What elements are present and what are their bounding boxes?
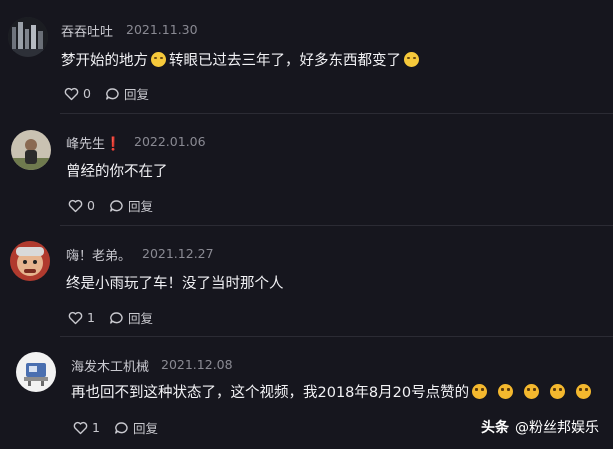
reply-button[interactable]: 回复 [109,308,153,327]
laughing-emoji-icon [576,384,592,399]
comment-text-part: 曾经的你不在了 [66,164,168,180]
comment-date: 2022.01.06 [134,134,206,149]
comment-text: 再也回不到这种状态了，这个视频，我2018年8月20号点赞的 [71,381,594,402]
like-button[interactable]: 0 [64,86,91,101]
username[interactable]: 海发木工机械 [71,356,149,375]
comment-date: 2021.11.30 [126,22,198,37]
reply-button[interactable]: 回复 [114,418,158,437]
heart-icon [64,87,79,100]
avatar[interactable] [16,352,56,392]
heart-icon [68,311,83,324]
username[interactable]: 峰先生❗ [66,133,121,152]
watermark: 头条 @粉丝邦娱乐 [481,417,599,437]
comment-actions: 1 回复 [73,418,158,437]
reply-bubble-icon [110,311,123,324]
like-count: 1 [92,420,100,435]
reply-bubble-icon [106,87,119,100]
heart-icon [68,199,83,212]
like-count: 0 [87,198,95,213]
username[interactable]: 吞吞吐吐 [61,21,113,40]
like-count: 1 [87,310,95,325]
emoji-icon [404,52,419,67]
reply-label: 回复 [127,199,153,214]
comment-actions: 1 回复 [68,308,153,327]
comment-text: 终是小雨玩了车！没了当时那个人 [66,272,284,293]
comment-date: 2021.12.08 [161,357,233,372]
laughing-emoji-icon [498,384,514,399]
avatar[interactable] [11,130,51,170]
reply-bubble-icon [115,421,128,434]
comment-text: 曾经的你不在了 [66,160,168,181]
reply-button[interactable]: 回复 [109,196,153,215]
username[interactable]: 嗨！老弟。 [66,245,131,264]
like-button[interactable]: 0 [68,198,95,213]
divider [60,225,613,226]
reply-label: 回复 [132,421,158,436]
like-button[interactable]: 1 [73,420,100,435]
comment-text-part: 再也回不到这种状态了，这个视频，我2018年8月20号点赞的 [71,385,470,401]
avatar[interactable] [10,241,50,281]
avatar[interactable] [8,17,48,57]
comment-text-part: 终是小雨玩了车！没了当时那个人 [66,276,284,292]
watermark-brand: 头条 [481,420,509,436]
comment-actions: 0 回复 [64,84,149,103]
emoji-icon [151,52,166,67]
heart-icon [73,421,88,434]
reply-label: 回复 [123,87,149,102]
laughing-emoji-icon [550,384,566,399]
comment-actions: 0 回复 [68,196,153,215]
like-button[interactable]: 1 [68,310,95,325]
laughing-emoji-icon [524,384,540,399]
divider [60,336,613,337]
like-count: 0 [83,86,91,101]
comment-date: 2021.12.27 [142,246,214,261]
reply-bubble-icon [110,199,123,212]
divider [60,113,613,114]
comment-text-part: 梦开始的地方 [61,53,148,69]
laughing-emoji-icon [472,384,488,399]
reply-label: 回复 [127,311,153,326]
watermark-handle: @粉丝邦娱乐 [515,420,599,436]
comment-text: 梦开始的地方 转眼已过去三年了，好多东西都变了 [61,49,422,70]
comment-text-part: 转眼已过去三年了，好多东西都变了 [169,53,401,69]
reply-button[interactable]: 回复 [105,84,149,103]
